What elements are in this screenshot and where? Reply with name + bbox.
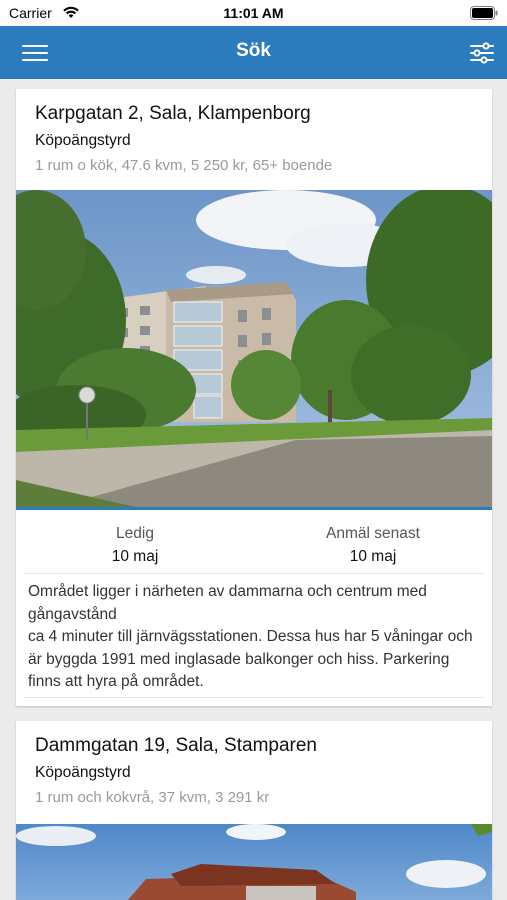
available-label: Ledig — [116, 525, 154, 542]
listing-address: Karpgatan 2, Sala, Klampenborg — [35, 103, 311, 124]
listing-card[interactable]: Karpgatan 2, Sala, Klampenborg Köpoängst… — [16, 89, 492, 706]
availability-info: Ledig 10 maj — [16, 525, 254, 566]
listing-photo — [16, 190, 492, 507]
available-date: 10 maj — [111, 548, 159, 565]
battery-icon — [470, 6, 498, 20]
status-bar: Carrier 11:01 AM — [0, 0, 507, 26]
listing-card[interactable]: Dammgatan 19, Sala, Stamparen Köpoängsty… — [16, 721, 492, 900]
page-title: Sök — [236, 40, 271, 61]
divider — [24, 697, 484, 698]
listing-details: 1 rum och kokvrå, 37 kvm, 3 291 kr — [35, 789, 270, 806]
listing-type: Köpoängstyrd — [35, 132, 131, 149]
listing-address: Dammgatan 19, Sala, Stamparen — [35, 735, 317, 756]
deadline-label: Anmäl senast — [326, 525, 420, 542]
status-time: 11:01 AM — [223, 5, 284, 21]
divider — [24, 573, 484, 574]
listing-photo — [16, 824, 492, 900]
listing-type: Köpoängstyrd — [35, 764, 131, 781]
deadline-date: 10 maj — [349, 548, 397, 565]
filter-sliders-icon[interactable] — [467, 38, 497, 68]
listing-description: Området ligger i närheten av dammarna oc… — [28, 583, 473, 690]
listing-details: 1 rum o kök, 47.6 kvm, 5 250 kr, 65+ boe… — [35, 157, 333, 174]
deadline-info: Anmäl senast 10 maj — [254, 525, 492, 566]
nav-bar: Sök — [0, 26, 507, 79]
image-accent-bar — [16, 507, 492, 510]
hamburger-menu-icon[interactable] — [14, 38, 50, 68]
